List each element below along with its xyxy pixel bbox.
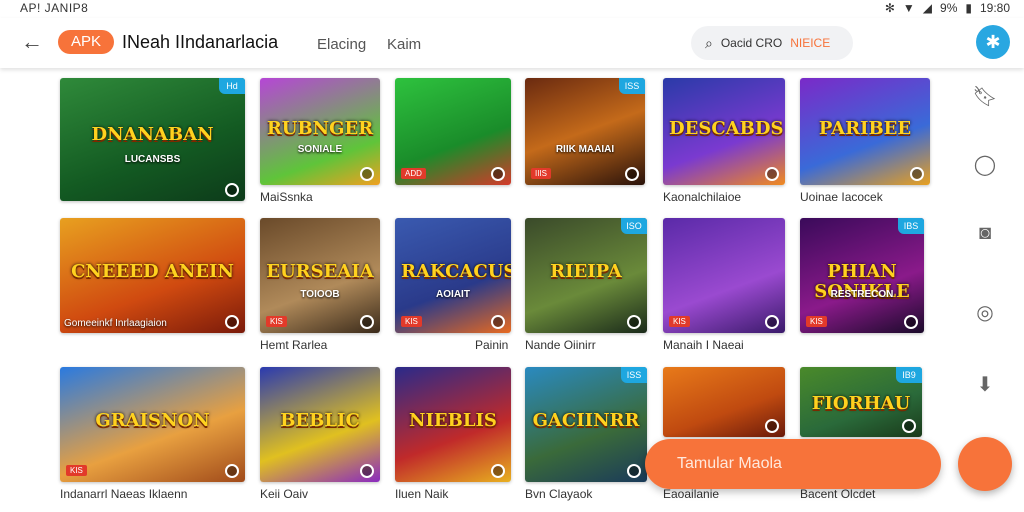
- comment-icon[interactable]: ◯: [972, 152, 998, 178]
- battery-icon: ▮: [965, 1, 972, 15]
- tile-art-subtitle: SONIALE: [297, 144, 343, 156]
- tile-art-title: NIEBLIS: [409, 409, 497, 431]
- tile-info-icon[interactable]: [360, 315, 374, 329]
- tile-info-icon[interactable]: [360, 464, 374, 478]
- app-tile[interactable]: GRAISNON KIS: [60, 367, 245, 482]
- tile-art-title: FIORHAU: [811, 392, 911, 414]
- tile-label: Painin: [475, 338, 509, 352]
- download-icon[interactable]: ⬇: [972, 372, 998, 398]
- tile-corner-badge: ISO: [621, 218, 647, 234]
- tile-art-title: GRAISNON: [95, 409, 210, 431]
- tile-art-title: DNANABAN: [91, 123, 214, 145]
- tile-art-title: BEBLIC: [280, 409, 360, 431]
- tile-art-title: DESCABDS: [669, 117, 784, 139]
- app-tile[interactable]: FIORHAU IB9: [800, 367, 922, 437]
- tile-art-title: PARIBEE: [818, 117, 912, 139]
- tile-art-title: CNEEED ANEIN: [71, 260, 234, 282]
- tile-corner-badge: IBS: [898, 218, 924, 234]
- tile-corner-badge: Hd: [219, 78, 245, 94]
- clock: 19:80: [979, 1, 1010, 15]
- app-tile[interactable]: RAKCACUS AOIAIT KIS: [395, 218, 511, 333]
- tile-tag: KIS: [401, 316, 422, 327]
- app-grid: DNANABAN LUCANSBS Hd RUBNGER SONIALE MaiSsnka…: [0, 0, 960, 512]
- floating-action-button[interactable]: [958, 437, 1012, 491]
- tile-art-subtitle: AOIAIT: [436, 289, 470, 301]
- app-tile[interactable]: GACIINRR ISS: [525, 367, 647, 482]
- app-tile[interactable]: KIS: [663, 218, 785, 333]
- tile-tag: KIS: [669, 316, 690, 327]
- app-tile[interactable]: EURSEAIA TOIOOB KIS: [260, 218, 380, 333]
- tile-label: Eaoailanie: [663, 487, 720, 501]
- tile-info-icon[interactable]: [491, 167, 505, 181]
- tile-tag: KIS: [806, 316, 827, 327]
- tile-info-icon[interactable]: [765, 167, 779, 181]
- app-tile[interactable]: DESCABDS: [663, 78, 785, 185]
- app-tile[interactable]: PARIBEE: [800, 78, 930, 185]
- tile-info-icon[interactable]: [910, 167, 924, 181]
- tile-art-subtitle: LUCANSBS: [124, 154, 181, 166]
- app-tile[interactable]: [663, 367, 785, 437]
- app-tile[interactable]: PHIAN SONIKLE RESTRECON IBS KIS: [800, 218, 924, 333]
- tile-info-icon[interactable]: [360, 167, 374, 181]
- tile-info-icon[interactable]: [902, 419, 916, 433]
- chat-icon[interactable]: ◎: [972, 300, 998, 326]
- tile-art-title: RUBNGER: [266, 117, 374, 139]
- tile-info-icon[interactable]: [225, 464, 239, 478]
- profile-avatar-icon[interactable]: ✱: [976, 25, 1010, 59]
- app-tile[interactable]: RIIK MAAIAI ISS IIIS: [525, 78, 645, 185]
- tile-label: Kaonalchilaioe: [663, 190, 742, 204]
- tile-tag: ADD: [401, 168, 426, 179]
- tile-label: Manaih I Naeai: [663, 338, 744, 352]
- tile-label: Hemt Rarlea: [260, 338, 328, 352]
- app-tile[interactable]: ADD: [395, 78, 511, 185]
- tile-label: MaiSsnka: [260, 190, 313, 204]
- tile-tag: KIS: [66, 465, 87, 476]
- tile-corner-badge: IB9: [896, 367, 922, 383]
- tile-info-icon[interactable]: [765, 315, 779, 329]
- tile-art-title: RAKCACUS: [401, 260, 511, 282]
- tile-label: Uoinae Iacocek: [800, 190, 883, 204]
- tile-corner-badge: ISS: [621, 367, 647, 383]
- tile-label: Iluen Naik: [395, 487, 449, 501]
- side-rail: 🔖︎ ◯ ◙ ◎ ⬇: [962, 80, 1008, 400]
- tile-info-icon[interactable]: [627, 464, 641, 478]
- tile-info-icon[interactable]: [491, 464, 505, 478]
- tile-label: Keii Oaiv: [260, 487, 309, 501]
- tile-art-title: EURSEAIA: [266, 260, 374, 282]
- tile-art-subtitle: RESTRECON: [830, 289, 894, 301]
- app-tile[interactable]: BEBLIC: [260, 367, 380, 482]
- app-tile[interactable]: NIEBLIS: [395, 367, 511, 482]
- tile-info-icon[interactable]: [225, 183, 239, 197]
- tile-tag: IIIS: [531, 168, 552, 179]
- tile-corner-badge: ISS: [619, 78, 645, 94]
- tile-art-subtitle: RIIK MAAIAI: [555, 144, 615, 156]
- tile-label: Bacent Olcdet: [800, 487, 876, 501]
- tile-label: Bvn Clayaok: [525, 487, 593, 501]
- tile-caption: Gomeeinkf Inrlaagiaion: [64, 318, 167, 329]
- tile-art-subtitle: TOIOOB: [300, 289, 340, 301]
- tile-art-title: RIEIPA: [550, 260, 622, 282]
- tile-info-icon[interactable]: [225, 315, 239, 329]
- tile-art-title: GACIINRR: [532, 409, 640, 431]
- tile-info-icon[interactable]: [491, 315, 505, 329]
- tile-info-icon[interactable]: [765, 419, 779, 433]
- tile-info-icon[interactable]: [627, 315, 641, 329]
- app-tile[interactable]: CNEEED ANEIN Gomeeinkf Inrlaagiaion: [60, 218, 245, 333]
- app-tile[interactable]: DNANABAN LUCANSBS Hd: [60, 78, 245, 201]
- bookmark-icon[interactable]: 🔖︎: [972, 84, 998, 110]
- tile-info-icon[interactable]: [625, 167, 639, 181]
- tile-info-icon[interactable]: [904, 315, 918, 329]
- snackbar-button[interactable]: Tamular Maola: [645, 439, 941, 489]
- app-tile[interactable]: RIEIPA ISO: [525, 218, 647, 333]
- tile-label: Indanarrl Naeas Iklaenn: [60, 487, 188, 501]
- tile-label: Nande Oiinirr: [525, 338, 596, 352]
- camera-icon[interactable]: ◙: [972, 220, 998, 246]
- tile-tag: KIS: [266, 316, 287, 327]
- app-tile[interactable]: RUBNGER SONIALE: [260, 78, 380, 185]
